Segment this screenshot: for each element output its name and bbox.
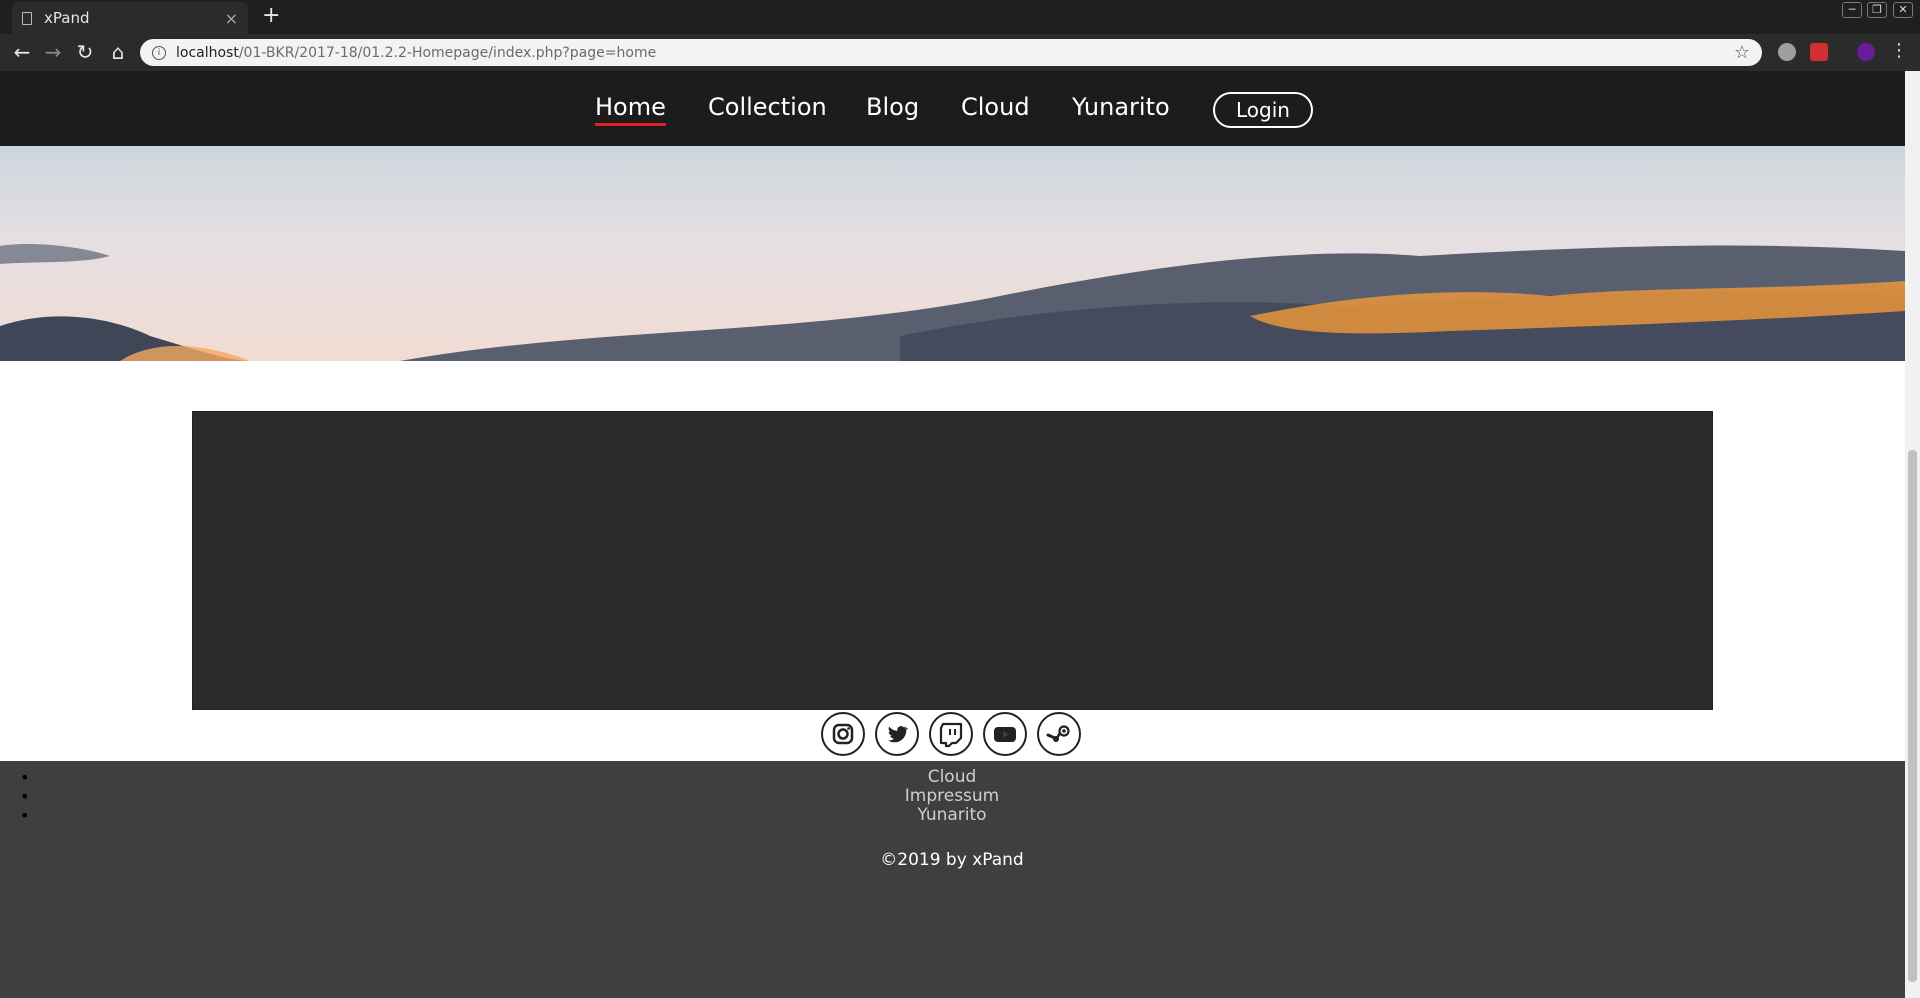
- close-window-button[interactable]: ✕: [1893, 2, 1913, 18]
- restore-button[interactable]: ❐: [1867, 2, 1887, 18]
- cloud-silhouette: [0, 244, 1905, 361]
- nav-blog[interactable]: Blog: [866, 93, 919, 121]
- footer-bullet-list: • • •: [20, 768, 29, 825]
- browser-tab[interactable]: xPand ×: [12, 2, 248, 34]
- nav-collection[interactable]: Collection: [708, 93, 827, 121]
- minimize-button[interactable]: ─: [1842, 2, 1862, 18]
- copyright-text: ©2019 by xPand: [880, 850, 1024, 870]
- profile-avatar[interactable]: [1857, 43, 1875, 61]
- list-bullet: •: [20, 806, 30, 825]
- scrollbar-thumb[interactable]: [1908, 450, 1917, 982]
- tab-close-button[interactable]: ×: [225, 9, 238, 28]
- instagram-icon[interactable]: [821, 712, 865, 756]
- url-host: localhost: [176, 44, 239, 61]
- forward-icon[interactable]: →: [40, 40, 66, 64]
- browser-tab-bar: xPand × + ─ ❐ ✕: [0, 0, 1920, 34]
- adblock-extension-icon[interactable]: [1778, 43, 1796, 61]
- site-navigation: Home Collection Blog Cloud Yunarito Logi…: [0, 71, 1905, 146]
- new-tab-button[interactable]: +: [262, 3, 280, 28]
- url-path: /01-BKR/2017-18/01.2.2-Homepage/index.ph…: [238, 44, 657, 61]
- steam-icon[interactable]: [1037, 712, 1081, 756]
- list-bullet: •: [20, 787, 30, 806]
- footer-link-cloud[interactable]: Cloud: [852, 768, 1052, 787]
- nav-cloud[interactable]: Cloud: [961, 93, 1030, 121]
- footer-link-impressum[interactable]: Impressum: [852, 787, 1052, 806]
- login-button[interactable]: Login: [1213, 92, 1313, 128]
- lastpass-extension-icon[interactable]: [1810, 43, 1828, 61]
- tab-title: xPand: [44, 9, 90, 27]
- address-bar[interactable]: i localhost /01-BKR/2017-18/01.2.2-Homep…: [140, 39, 1762, 66]
- nav-yunarito[interactable]: Yunarito: [1072, 93, 1170, 121]
- content-panel: [192, 411, 1713, 710]
- twitter-icon[interactable]: [875, 712, 919, 756]
- bookmark-star-icon[interactable]: ☆: [1734, 42, 1750, 63]
- twitch-icon[interactable]: [929, 712, 973, 756]
- reload-icon[interactable]: ↻: [72, 40, 98, 64]
- footer-link-yunarito[interactable]: Yunarito: [852, 806, 1052, 825]
- menu-icon[interactable]: ⋮: [1886, 40, 1912, 61]
- youtube-icon[interactable]: [983, 712, 1027, 756]
- info-icon[interactable]: i: [152, 45, 166, 60]
- list-bullet: •: [20, 768, 30, 787]
- browser-toolbar: ← → ↻ ⌂ i localhost /01-BKR/2017-18/01.2…: [0, 34, 1920, 71]
- home-icon[interactable]: ⌂: [105, 40, 131, 64]
- document-icon: [22, 11, 32, 25]
- nav-home[interactable]: Home: [595, 93, 666, 126]
- back-icon[interactable]: ←: [9, 40, 35, 64]
- footer-links: Cloud Impressum Yunarito: [852, 768, 1052, 825]
